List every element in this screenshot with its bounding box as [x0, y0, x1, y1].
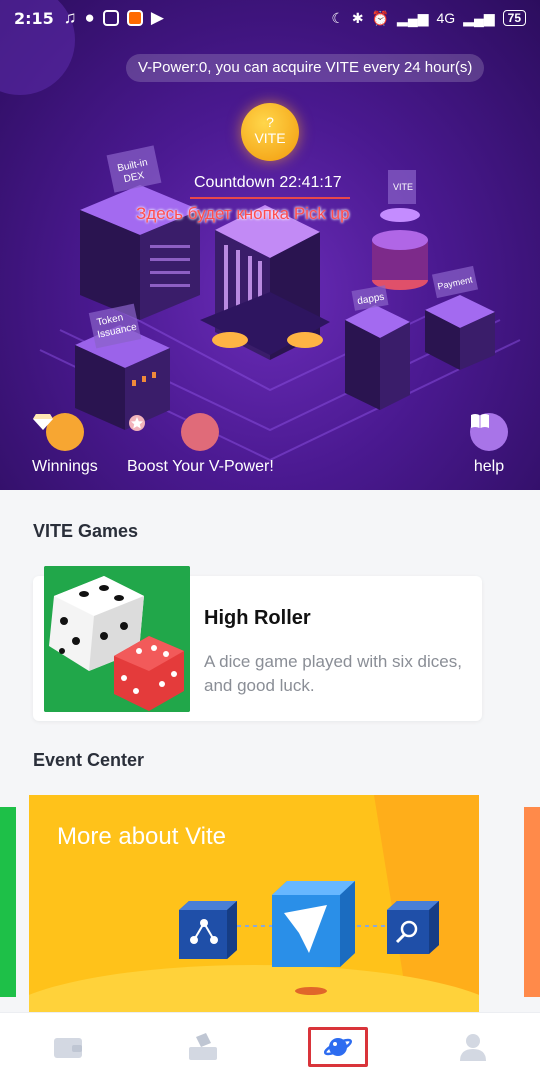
coin-question-mark: ? — [266, 114, 274, 130]
boost-label: Boost Your V-Power! — [127, 458, 274, 475]
network-type: 4G — [436, 10, 456, 26]
dice-thumbnail — [44, 566, 190, 712]
nav-profile[interactable] — [443, 1022, 503, 1072]
games-section-title: VITE Games — [33, 521, 139, 541]
winnings-label: Winnings — [32, 458, 98, 475]
help-button[interactable]: help — [470, 413, 508, 476]
hero-city-panel: Built-in DEX Token Issuance VITE dapps P… — [0, 0, 540, 490]
dice-icon — [44, 566, 190, 712]
music-note-icon: ♫ — [63, 8, 77, 27]
nav-wallet[interactable] — [38, 1022, 98, 1072]
countdown-timer: Countdown 22:41:17 — [194, 174, 342, 191]
previous-banner-peek[interactable] — [0, 807, 16, 997]
game-description: A dice game played with six dices, and g… — [204, 652, 462, 695]
alarm-icon: ⏰ — [371, 9, 390, 26]
events-section-title: Event Center — [33, 750, 145, 770]
system-icons: ☾ ✱ ⏰ ▂▄▆ 4G ▂▄▆ 75 — [331, 10, 526, 27]
winnings-button[interactable]: Winnings — [32, 413, 98, 476]
signal-icon: ▂▄▆ — [397, 9, 429, 26]
nav-vote[interactable] — [173, 1022, 233, 1072]
wallet-icon — [53, 1037, 82, 1058]
svg-text:VITE: VITE — [393, 182, 413, 192]
profile-icon — [459, 1033, 486, 1061]
coin-label: VITE — [254, 130, 286, 146]
book-icon — [470, 413, 508, 451]
status-bar: 2:15 ♫ ● ▶ ☾ ✱ ⏰ ▂▄▆ 4G ▂▄▆ 75 — [0, 0, 540, 36]
chat-bubble-icon: ● — [84, 8, 95, 27]
game-card-high-roller[interactable]: High Roller A dice game played with six … — [33, 566, 482, 721]
star-badge-icon — [129, 413, 220, 451]
status-time: 2:15 — [14, 8, 54, 28]
bluetooth-icon: ✱ — [351, 9, 364, 26]
v-power-banner: V-Power:0, you can acquire VITE every 24… — [126, 54, 485, 82]
next-banner-peek[interactable] — [524, 807, 540, 997]
nav-explore[interactable] — [307, 1022, 368, 1072]
annotation-text: Здесь будет кнопка Pick up — [136, 204, 350, 223]
battery-icon: 75 — [502, 10, 526, 26]
vote-box-icon — [188, 1032, 217, 1060]
signal-icon-2: ▂▄▆ — [463, 9, 495, 26]
game-title: High Roller — [204, 607, 311, 629]
diamond-icon — [33, 413, 84, 451]
event-banner-title: More about Vite — [57, 823, 226, 850]
moon-icon: ☾ — [331, 9, 344, 26]
instagram-icon — [102, 10, 119, 26]
event-banner[interactable]: More about Vite — [29, 795, 479, 1013]
app-screen: Built-in DEX Token Issuance VITE dapps P… — [0, 0, 540, 1080]
planet-icon — [323, 1037, 352, 1056]
play-store-icon: ▶ — [150, 8, 164, 27]
vite-coin-button[interactable]: ? VITE — [241, 103, 299, 161]
active-tab-highlight — [307, 1026, 368, 1067]
annotation-underline — [190, 197, 350, 199]
help-label: help — [473, 458, 505, 475]
app-notification-icon — [126, 10, 143, 26]
boost-v-power-button[interactable]: Boost Your V-Power! — [127, 413, 274, 476]
bottom-navigation — [0, 1012, 540, 1080]
notification-icons: ♫ ● ▶ — [64, 8, 164, 28]
